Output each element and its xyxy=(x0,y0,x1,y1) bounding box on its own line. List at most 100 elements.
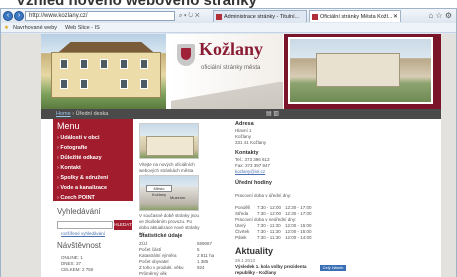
menu-item-photos[interactable]: Fotografie xyxy=(57,143,108,153)
news-date: 29.1.2013 xyxy=(235,258,256,263)
page-caption: Vzhled nového webového stránky xyxy=(0,0,457,8)
tab-favicon-icon xyxy=(312,14,318,20)
window-shape xyxy=(140,59,148,69)
favorites-star-icon[interactable]: ★ xyxy=(4,23,9,33)
main-content: Menu Události v obci Fotografie Důležité… xyxy=(41,119,441,277)
visits-title: Návštěvnost xyxy=(57,241,102,250)
coat-of-arms-icon xyxy=(177,44,195,66)
main-menu: Menu Události v obci Fotografie Důležité… xyxy=(53,119,133,201)
villa-shape xyxy=(316,53,400,87)
tab-admin[interactable]: Administrace stránky - Titulní... xyxy=(213,10,307,22)
menu-item-events[interactable]: Události v obci xyxy=(57,133,108,143)
brand-subtitle: oficiální stránky města xyxy=(201,65,261,71)
contacts-email: kozlany@iol.cz xyxy=(235,169,265,175)
middle-column: Vítejte na nových oficiálních webových s… xyxy=(137,119,232,277)
stats-label: ZÚJ xyxy=(139,241,148,246)
tab-favicon-icon xyxy=(216,14,222,20)
window-shape xyxy=(80,79,88,89)
stats-table: ZÚJ 559067 Počet částí 5 Katastrální výměr… xyxy=(139,241,229,277)
menu-list: Události v obci Fotografie Důležité odka… xyxy=(57,133,108,203)
menu-item-clubs[interactable]: Spolky & sdružení xyxy=(57,173,108,183)
hours-table: Pondělí 7:30 - 12:00 12:30 - 17:00 Středa 7… xyxy=(235,205,355,241)
window-controls-icon[interactable]: ⌂ ☆ ⚙ xyxy=(428,11,452,20)
search-input[interactable] xyxy=(57,221,113,229)
stats-title: Statistické údaje xyxy=(139,233,183,239)
visits-total: CELKEM: 2 750 xyxy=(61,267,94,272)
building-shape xyxy=(51,52,161,98)
page-caption-text: Vzhled nového webového stránky xyxy=(16,0,257,8)
window-shape xyxy=(120,59,128,69)
stats-label: Katastrální výměra xyxy=(139,253,177,258)
window-shape xyxy=(120,79,128,89)
back-icon[interactable]: ‹ xyxy=(3,11,13,21)
brand-name: Kožlany xyxy=(199,39,264,59)
site-header: Kožlany oficiální stránky města xyxy=(41,34,441,109)
forward-icon[interactable]: › xyxy=(14,11,24,21)
left-column: Menu Události v obci Fotografie Důležité… xyxy=(53,119,133,277)
email-link[interactable]: kozlany@iol.cz xyxy=(235,169,265,174)
hours-intro: Pracovní doba v úřední dny: xyxy=(235,193,292,198)
hours-day: Pracovní doba v neúřední dny: xyxy=(235,217,297,222)
hours-day: Pondělí xyxy=(235,205,251,210)
stats-label: Průměrný věk xyxy=(139,271,167,276)
school-photo[interactable] xyxy=(139,123,199,159)
breadcrumb-home[interactable]: Home xyxy=(56,111,71,117)
site-brand[interactable]: Kožlany oficiální stránky města xyxy=(171,34,283,109)
browser-window: ‹ › http://www.kozlany.cz/ ⌕ ▾ ↻ ✕ Admin… xyxy=(0,8,457,277)
stats-label: Počet částí xyxy=(139,247,162,252)
refresh-icon[interactable]: ⌕ ▾ ↻ ✕ xyxy=(179,11,200,21)
hours-day: Čtvrtek xyxy=(235,229,250,234)
print-icon[interactable]: ▤ ▥ xyxy=(266,111,279,117)
address-bar: ‹ › http://www.kozlany.cz/ ⌕ ▾ ↻ ✕ Admin… xyxy=(1,9,456,23)
villa-photo xyxy=(288,37,433,104)
town-hall-photo xyxy=(41,34,166,109)
school-building-shape xyxy=(146,136,194,156)
visits-list: ONLINE: 1 DNES: 37 CELKEM: 2 750 xyxy=(61,255,93,273)
menu-item-contact[interactable]: Kontakt xyxy=(57,163,108,173)
breadcrumb-bar: Home › Úřední deska ▤ ▥ xyxy=(41,109,441,119)
right-column: Adresa Hlavní 1 Kožlany 331 41 Kožlany K… xyxy=(235,119,355,277)
breadcrumb-current: Úřední deska xyxy=(75,111,109,117)
hours-title: Úřední hodiny xyxy=(235,180,272,186)
web-page: Kožlany oficiální stránky města Home › Ú… xyxy=(1,34,456,277)
museum-sign-label: Město Kožlany xyxy=(146,185,172,197)
favorite-item-webslice[interactable]: Web Slice - IS xyxy=(65,23,100,33)
tab-admin-label: Administrace stránky - Titulní... xyxy=(224,14,300,20)
window-shape xyxy=(60,79,68,89)
hours-time: 12:00 - 14:00 xyxy=(285,235,312,240)
menu-title: Menu xyxy=(57,121,80,131)
stats-label: Počet obyvatel xyxy=(139,259,169,264)
hours-time: 7:30 - 11:30 xyxy=(257,235,281,240)
decorative-swoosh xyxy=(171,82,283,109)
menu-item-czechpoint[interactable]: Czech POINT xyxy=(57,193,108,203)
breadcrumb: Home › Úřední deska xyxy=(56,109,108,119)
window-shape xyxy=(60,59,68,69)
advanced-search-link[interactable]: rozšířené vyhledávání xyxy=(61,231,105,236)
tab-official-label: Oficiální stránky Města Kožl... xyxy=(320,14,393,20)
favorite-item-suggested[interactable]: Navrhované weby xyxy=(13,23,57,33)
news-more-button[interactable]: Celý článek xyxy=(320,265,346,271)
contacts-title: Kontakty xyxy=(235,150,259,156)
url-field[interactable]: http://www.kozlany.cz/ xyxy=(25,11,175,21)
museum-photo[interactable]: Město Kožlany Muzeum xyxy=(139,175,199,211)
menu-item-water[interactable]: Vode a kanalizace xyxy=(57,183,108,193)
hours-day: Pátek xyxy=(235,235,247,240)
hours-day: Středa xyxy=(235,211,249,216)
address-title: Adresa xyxy=(235,121,254,127)
news-item-title[interactable]: Výsledek 1. kola volby prezidenta republ… xyxy=(235,264,315,275)
search-title: Vyhledávání xyxy=(57,207,101,216)
hours-day: Úterý xyxy=(235,223,246,228)
stats-row: Průměrný věk xyxy=(139,271,229,277)
window-shape xyxy=(140,79,148,89)
news-title: Aktuality xyxy=(235,246,274,256)
menu-item-links[interactable]: Důležité odkazy xyxy=(57,153,108,163)
search-button[interactable]: HLEDAT xyxy=(114,220,132,230)
window-shape xyxy=(80,59,88,69)
close-tab-icon[interactable]: ✕ xyxy=(393,11,398,22)
hours-row: Pátek 7:30 - 11:30 12:00 - 14:00 xyxy=(235,235,355,241)
museum-sign-label-2: Muzeum xyxy=(170,195,186,200)
header-photo-frame xyxy=(284,34,441,109)
address-line: 331 41 Kožlany xyxy=(235,140,267,145)
stats-label: Z toho v produkt. věku xyxy=(139,265,184,270)
tab-official[interactable]: Oficiální stránky Města Kožl... ✕ xyxy=(309,10,401,22)
